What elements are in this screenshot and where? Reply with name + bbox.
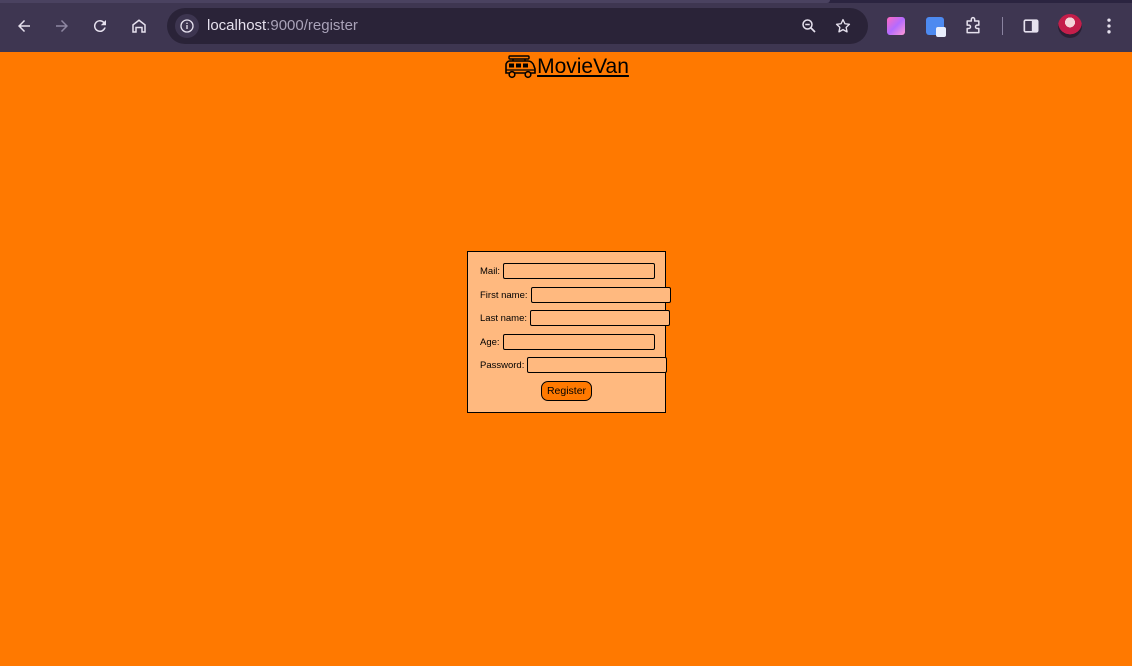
colorful-extension-icon <box>887 17 905 35</box>
back-arrow-icon <box>18 20 30 32</box>
browser-toolbar: localhost:9000/register <box>0 0 1132 52</box>
back-button[interactable] <box>8 10 40 42</box>
van-icon <box>505 55 536 79</box>
home-icon <box>132 19 146 33</box>
register-button[interactable]: Register <box>540 381 593 401</box>
brand-name: MovieVan <box>537 55 629 78</box>
first-name-label: First name: <box>480 289 528 301</box>
menu-button[interactable] <box>1097 14 1121 38</box>
password-row: Password: <box>480 357 668 373</box>
colorful-extension-button[interactable] <box>884 14 908 38</box>
zoom-out-icon <box>802 19 816 33</box>
address-bar[interactable]: localhost:9000/register <box>167 8 868 44</box>
forward-button[interactable] <box>46 10 78 42</box>
zoom-button[interactable] <box>799 16 819 36</box>
extensions-button[interactable] <box>961 14 985 38</box>
url-host: localhost <box>207 17 267 34</box>
submit-row: Register <box>468 381 665 401</box>
translate-icon <box>926 17 946 37</box>
password-field[interactable] <box>527 357 668 373</box>
age-row: Age: <box>480 334 655 350</box>
kebab-menu-icon <box>1107 18 1111 34</box>
site-info-button[interactable] <box>175 14 199 38</box>
site-header: MovieVan <box>0 52 1132 84</box>
puzzle-icon <box>966 16 980 34</box>
age-label: Age: <box>480 336 500 348</box>
star-icon <box>835 18 851 33</box>
home-button[interactable] <box>123 10 155 42</box>
reload-icon <box>93 20 106 33</box>
mail-label: Mail: <box>480 265 501 277</box>
mail-row: Mail: <box>480 263 655 279</box>
forward-arrow-icon <box>56 20 68 32</box>
last-name-row: Last name: <box>480 310 670 326</box>
side-panel-button[interactable] <box>1019 14 1043 38</box>
side-panel-icon <box>1023 19 1039 33</box>
age-field[interactable] <box>502 334 655 350</box>
last-name-field[interactable] <box>530 310 670 326</box>
bookmark-button[interactable] <box>833 16 853 36</box>
reload-button[interactable] <box>84 10 116 42</box>
first-name-field[interactable] <box>530 287 671 303</box>
tab-strip-edge <box>0 0 1132 3</box>
register-form: Mail: First name: Last name: Age: Passwo… <box>467 251 671 413</box>
avatar[interactable] <box>1058 14 1082 38</box>
brand-link[interactable]: MovieVan <box>503 55 629 79</box>
mail-field[interactable] <box>503 263 655 279</box>
last-name-label: Last name: <box>480 312 527 324</box>
url-text[interactable]: localhost:9000/register <box>207 17 358 34</box>
url-path: :9000/register <box>266 17 358 34</box>
toolbar-divider <box>1002 17 1003 35</box>
first-name-row: First name: <box>480 287 671 303</box>
active-tab-edge <box>0 0 830 3</box>
translate-extension-button[interactable] <box>923 14 947 38</box>
password-label: Password: <box>480 359 525 371</box>
info-icon <box>180 19 194 33</box>
